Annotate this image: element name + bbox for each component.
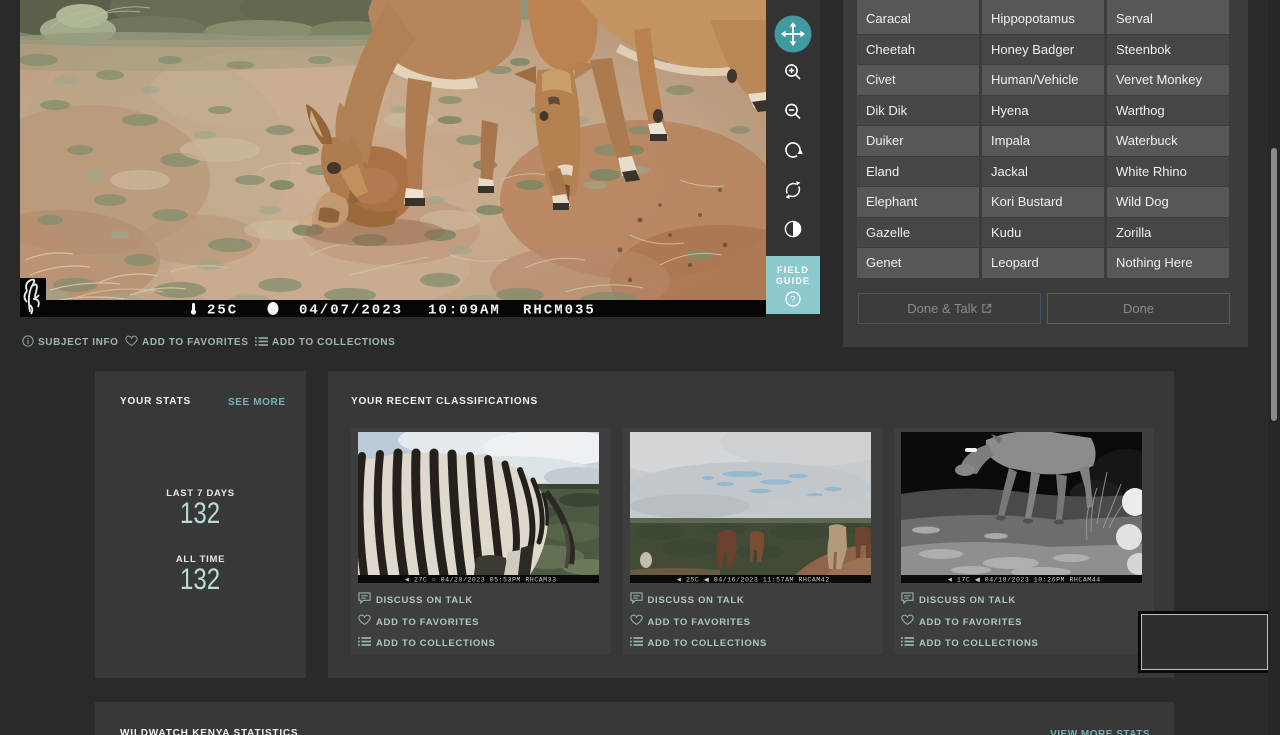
svg-text:04/07/2023: 04/07/2023: [299, 303, 403, 318]
svg-text:◄ 27C ○ 04/20/2023 05:53PM RHC: ◄ 27C ○ 04/20/2023 05:53PM RHCAM33: [405, 576, 557, 583]
svg-text:10:09AM: 10:09AM: [428, 303, 501, 318]
svg-text:RHCM035: RHCM035: [523, 303, 596, 318]
svg-text:?: ?: [790, 294, 795, 305]
svg-text:◄ 25C ◀ 04/16/2023 11:57AM RHC: ◄ 25C ◀ 04/16/2023 11:57AM RHCAM42: [677, 576, 830, 583]
svg-text:◄ 17C ◀ 04/18/2023 10:26PM RHC: ◄ 17C ◀ 04/18/2023 10:26PM RHCAM44: [948, 576, 1101, 583]
svg-text:25C: 25C: [207, 303, 238, 318]
